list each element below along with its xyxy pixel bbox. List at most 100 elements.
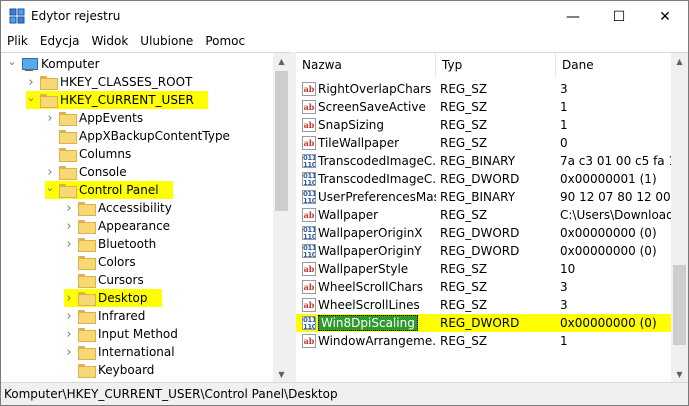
value-type: REG_DWORD: [440, 316, 520, 330]
tree-item-label: HKEY_CURRENT_USER: [60, 93, 194, 107]
value-name: Wallpaper: [318, 206, 436, 224]
tree-item[interactable]: ⌄ HKEY_CURRENT_USER: [26, 91, 208, 109]
values-pane[interactable]: Nazwa Typ Dane ab RightOverlapChars REG_SZ…: [296, 52, 688, 382]
tree-item[interactable]: Cursors: [64, 271, 144, 289]
menu-plik[interactable]: Plik: [1, 32, 34, 52]
maximize-button[interactable]: ☐: [596, 1, 642, 32]
close-button[interactable]: ✕: [642, 1, 688, 32]
value-data: 1: [560, 100, 568, 114]
string-value-icon: ab: [302, 208, 316, 222]
value-row[interactable]: ab WallpaperStyle REG_SZ 10: [296, 260, 671, 278]
column-header-name[interactable]: Nazwa: [296, 53, 436, 77]
tree-item[interactable]: ⌄ Control Panel: [45, 181, 173, 199]
value-row[interactable]: 011 110 UserPreferencesMask REG_BINARY 90 12…: [296, 188, 671, 206]
chevron-down-icon[interactable]: ⌄: [7, 53, 17, 71]
value-name: SnapSizing: [318, 116, 436, 134]
tree-item[interactable]: › Accessibility: [64, 199, 172, 217]
value-row[interactable]: 011 110 WallpaperOriginY REG_DWORD 0x0000000…: [296, 242, 671, 260]
value-row[interactable]: ab SnapSizing REG_SZ 1: [296, 116, 671, 134]
tree-item[interactable]: › Input Method: [64, 325, 178, 343]
value-row[interactable]: ab WheelScrollLines REG_SZ 3: [296, 296, 671, 314]
binary-value-icon: 011 110: [302, 154, 316, 168]
tree-item[interactable]: › International: [64, 343, 175, 361]
value-type: REG_DWORD: [440, 244, 520, 258]
value-type: REG_SZ: [440, 262, 488, 276]
chevron-down-icon[interactable]: ⌄: [45, 179, 55, 197]
value-data: 90 12 07 80 12 00 00 0: [560, 190, 671, 204]
chevron-right-icon[interactable]: ›: [64, 235, 74, 253]
tree-item[interactable]: Keyboard: [64, 361, 154, 379]
value-data: 10: [560, 262, 576, 276]
chevron-right-icon[interactable]: ›: [64, 289, 74, 307]
value-row[interactable]: ab TileWallpaper REG_SZ 0: [296, 134, 671, 152]
tree-item[interactable]: › HKEY_CLASSES_ROOT: [26, 73, 192, 91]
menu-widok[interactable]: Widok: [85, 32, 134, 52]
binary-value-icon: 011 110: [302, 190, 316, 204]
tree-item[interactable]: Colors: [64, 253, 136, 271]
scroll-up-icon[interactable]: ▲: [273, 53, 290, 70]
value-row[interactable]: 011 110 TranscodedImageC... REG_BINARY 7a c3…: [296, 152, 671, 170]
values-scroll-up-icon[interactable]: ▲: [671, 53, 688, 70]
tree-scroll-thumb[interactable]: [275, 71, 288, 211]
value-row[interactable]: ab WheelScrollChars REG_SZ 3: [296, 278, 671, 296]
chevron-right-icon[interactable]: ›: [64, 325, 74, 343]
title-bar[interactable]: Edytor rejestru — ☐ ✕: [1, 1, 688, 32]
chevron-right-icon[interactable]: ›: [64, 343, 74, 361]
tree-item-label: Colors: [98, 255, 136, 269]
menu-edycja[interactable]: Edycja: [34, 32, 86, 52]
values-scroll-thumb[interactable]: [673, 265, 686, 345]
tree-item[interactable]: ⌄ Komputer: [7, 53, 99, 73]
value-data: 0x00000000 (0): [560, 316, 657, 330]
tree-item-label: AppEvents: [79, 111, 144, 125]
value-type: REG_DWORD: [440, 172, 520, 186]
value-type: REG_BINARY: [440, 154, 516, 168]
scroll-down-icon[interactable]: ▼: [273, 366, 290, 382]
string-value-icon: ab: [302, 82, 316, 96]
values-scrollbar[interactable]: ▲ ▼: [671, 53, 688, 382]
value-name: UserPreferencesMask: [318, 188, 436, 206]
value-data: C:\Users\Download\: [560, 208, 671, 222]
value-row[interactable]: ab RightOverlapChars REG_SZ 3: [296, 80, 671, 98]
key-tree-pane[interactable]: ⌄ Komputer › HKEY_CLASSES_ROOT ⌄ HKEY_CURRENT…: [1, 52, 290, 382]
tree-item[interactable]: AppXBackupContentType: [45, 127, 230, 145]
column-header-data[interactable]: Dane: [556, 53, 671, 77]
tree-scrollbar[interactable]: ▲ ▼: [273, 53, 290, 382]
tree-item[interactable]: › AppEvents: [45, 109, 143, 127]
chevron-right-icon[interactable]: ›: [64, 217, 74, 235]
tree-item[interactable]: › Infrared: [64, 307, 145, 325]
binary-value-icon: 011 110: [302, 244, 316, 258]
value-name: ScreenSaveActive: [318, 98, 436, 116]
registry-editor-window: Edytor rejestru — ☐ ✕ Plik Edycja Widok …: [0, 0, 689, 406]
value-name: RightOverlapChars: [318, 80, 436, 98]
menu-ulubione[interactable]: Ulubione: [134, 32, 199, 52]
folder-icon: [59, 130, 77, 144]
value-row[interactable]: ab Wallpaper REG_SZ C:\Users\Download\: [296, 206, 671, 224]
chevron-down-icon[interactable]: ⌄: [26, 89, 36, 107]
chevron-right-icon[interactable]: ›: [64, 307, 74, 325]
value-name-text: SnapSizing: [318, 118, 384, 132]
tree-item[interactable]: › Bluetooth: [64, 235, 156, 253]
value-type: REG_SZ: [440, 298, 488, 312]
value-row[interactable]: 011 110 Win8DpiScaling REG_DWORD 0x00000000 …: [296, 314, 671, 332]
value-row[interactable]: 011 110 WallpaperOriginX REG_DWORD 0x0000000…: [296, 224, 671, 242]
menu-pomoc[interactable]: Pomoc: [199, 32, 251, 52]
value-row[interactable]: ab WindowArrangeme... REG_SZ 1: [296, 332, 671, 350]
values-scroll-down-icon[interactable]: ▼: [671, 366, 688, 382]
tree-item[interactable]: Columns: [45, 145, 131, 163]
minimize-button[interactable]: —: [550, 1, 596, 32]
value-name: WindowArrangeme...: [318, 332, 436, 350]
value-row[interactable]: ab ScreenSaveActive REG_SZ 1: [296, 98, 671, 116]
folder-icon: [40, 76, 58, 90]
chevron-right-icon[interactable]: ›: [45, 109, 55, 127]
value-row[interactable]: 011 110 TranscodedImageC... REG_DWORD 0x0000…: [296, 170, 671, 188]
column-header-type[interactable]: Typ: [436, 53, 556, 77]
chevron-right-icon[interactable]: ›: [64, 199, 74, 217]
tree-item[interactable]: › Appearance: [64, 217, 170, 235]
value-name-text: RightOverlapChars: [318, 82, 432, 96]
tree-item-label: Bluetooth: [98, 237, 157, 251]
tree-item[interactable]: › Console: [45, 163, 127, 181]
binary-value-icon: 011 110: [302, 316, 316, 330]
value-name-text: TranscodedImageC...: [318, 172, 436, 186]
value-data: 0x00000001 (1): [560, 172, 657, 186]
tree-item[interactable]: › Desktop: [64, 289, 162, 307]
